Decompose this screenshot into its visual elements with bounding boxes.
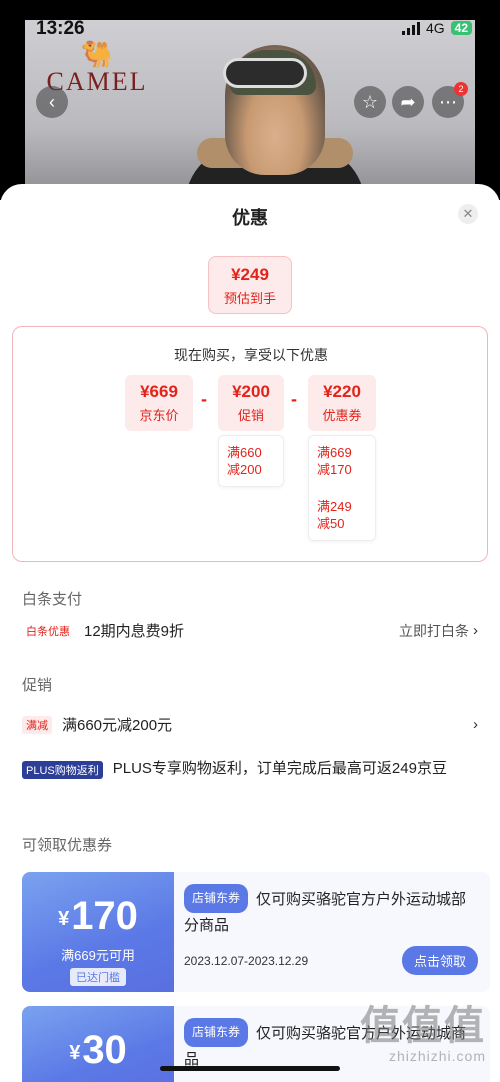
chevron-right-icon: › — [473, 716, 478, 733]
coupon-rule-line: 减50 — [317, 516, 345, 531]
baitiao-tag: 白条优惠 — [26, 625, 70, 638]
coupon-rule-line: 减170 — [317, 462, 352, 477]
cart-badge: 2 — [454, 82, 468, 96]
coupon-type-tag: 店铺东券 — [184, 1018, 249, 1047]
coupon-info: 店铺东券 仅可购买骆驼官方户外运动城部分商品 — [184, 884, 478, 938]
estimated-price-box: ¥249 预估到手 — [208, 256, 292, 314]
full-reduction-tag: 满减 — [22, 715, 52, 734]
jd-price-value: ¥669 — [140, 382, 178, 401]
jd-price-pill: ¥669 京东价 — [125, 375, 193, 431]
baitiao-text: 12期内息费9折 — [84, 623, 185, 640]
coupons-heading: 可领取优惠券 — [22, 837, 113, 854]
coupon-condition: 满669元可用 — [61, 948, 135, 963]
promotion-rule-card: 满660 减200 — [218, 435, 284, 487]
coupon-rule-card: 满669 减170 满249 减50 — [308, 435, 376, 541]
home-indicator[interactable] — [160, 1066, 340, 1071]
more-button[interactable]: ⋯ 2 — [432, 82, 468, 118]
baitiao-heading: 白条支付 — [22, 591, 83, 608]
back-icon: ‹ — [49, 91, 55, 112]
coupon-amount-panel: ¥170 满669元可用 已达门槛 — [22, 872, 174, 992]
coupon-amount-value: 30 — [82, 1028, 127, 1072]
sheet-title: 优惠 — [232, 208, 268, 228]
coupon-rule-line: 满249 — [317, 499, 352, 514]
estimated-price: ¥249 — [231, 265, 269, 284]
status-time: 13:26 — [36, 18, 85, 39]
coupon-amount-panel: ¥30 — [22, 1006, 174, 1082]
promotion-heading: 促销 — [22, 677, 53, 694]
back-button[interactable]: ‹ — [36, 86, 68, 118]
promotion-pill: ¥200 促销 — [218, 375, 284, 431]
camel-icon: 🐫 — [80, 39, 114, 69]
coupon-currency: ¥ — [69, 1042, 81, 1064]
breakdown-title: 现在购买，享受以下优惠 — [174, 347, 328, 363]
network-label: 4G — [425, 20, 445, 36]
close-icon: ✕ — [462, 206, 474, 221]
baitiao-action[interactable]: 立即打白条 — [399, 621, 469, 641]
plus-rebate-tag: PLUS购物返利 — [22, 761, 103, 779]
battery-icon: 42 — [450, 21, 472, 35]
coupon-card: ¥170 满669元可用 已达门槛 店铺东券 仅可购买骆驼官方户外运动城部分商品 … — [22, 872, 490, 992]
coupon-pill: ¥220 优惠券 — [308, 375, 376, 431]
discount-sheet: 优惠 ✕ ¥249 预估到手 现在购买，享受以下优惠 ¥669 京东价 - ¥2… — [0, 184, 500, 1082]
coupon-type-tag: 店铺东券 — [184, 884, 249, 913]
full-reduction-text: 满660元减200元 — [62, 717, 173, 734]
baitiao-row[interactable]: 白条优惠 12期内息费9折 立即打白条 › — [22, 620, 478, 641]
coupon-rule: 满249 减50 — [317, 498, 367, 532]
coupon-label: 优惠券 — [322, 408, 362, 423]
coupon-amount-value: 170 — [71, 894, 138, 938]
promotion-value: ¥200 — [232, 382, 270, 401]
estimated-price-label: 预估到手 — [223, 291, 276, 306]
coupon-amount: ¥30 — [22, 1028, 174, 1075]
status-indicators: 4G 42 — [401, 20, 472, 36]
favorite-icon: ☆ — [361, 91, 379, 112]
claim-coupon-button[interactable]: 点击领取 — [401, 946, 478, 975]
promotion-rule-line: 满660 — [227, 445, 262, 460]
product-header: 13:26 4G 42 🐫 CAMEL ‹ ☆ ➦ ⋯ 2 — [0, 0, 500, 200]
price-breakdown: 现在购买，享受以下优惠 ¥669 京东价 - ¥200 促销 - ¥220 优惠… — [12, 326, 488, 562]
plus-rebate-text: PLUS专享购物返利，订单完成后最高可返249京豆 — [112, 760, 447, 777]
promotion-rule-line: 减200 — [227, 462, 262, 477]
more-icon: ⋯ — [439, 91, 457, 112]
coupon-value: ¥220 — [323, 382, 361, 401]
promotion-label: 促销 — [237, 408, 264, 423]
watermark-url: zhizhizhi.com — [388, 1048, 486, 1064]
coupon-rule: 满669 减170 — [317, 444, 367, 478]
share-icon: ➦ — [400, 91, 416, 112]
coupon-validity: 2023.12.07-2023.12.29 — [184, 954, 309, 968]
coupon-reached-badge: 已达门槛 — [70, 968, 126, 986]
promotion-row[interactable]: 满减 满660元减200元 › — [22, 714, 478, 735]
plus-rebate-row: PLUS购物返利 PLUS专享购物返利，订单完成后最高可返249京豆 — [22, 758, 478, 780]
watermark-logo: 值值值 — [360, 1004, 486, 1048]
close-button[interactable]: ✕ — [458, 204, 478, 224]
coupon-currency: ¥ — [58, 908, 70, 930]
coupon-rule-line: 满669 — [317, 445, 352, 460]
minus-operator: - — [291, 389, 297, 409]
coupon-description: 店铺东券 仅可购买骆驼官方户外运动城部分商品 — [184, 884, 478, 938]
watermark: 值值值 zhizhizhi.com — [360, 1004, 486, 1064]
share-button[interactable]: ➦ — [392, 86, 424, 118]
chevron-right-icon: › — [473, 622, 478, 639]
signal-icon — [401, 21, 420, 35]
coupon-amount: ¥170 — [22, 894, 174, 941]
minus-operator: - — [201, 389, 207, 409]
photo-goggles — [223, 58, 307, 88]
favorite-button[interactable]: ☆ — [354, 86, 386, 118]
jd-price-label: 京东价 — [139, 408, 179, 423]
